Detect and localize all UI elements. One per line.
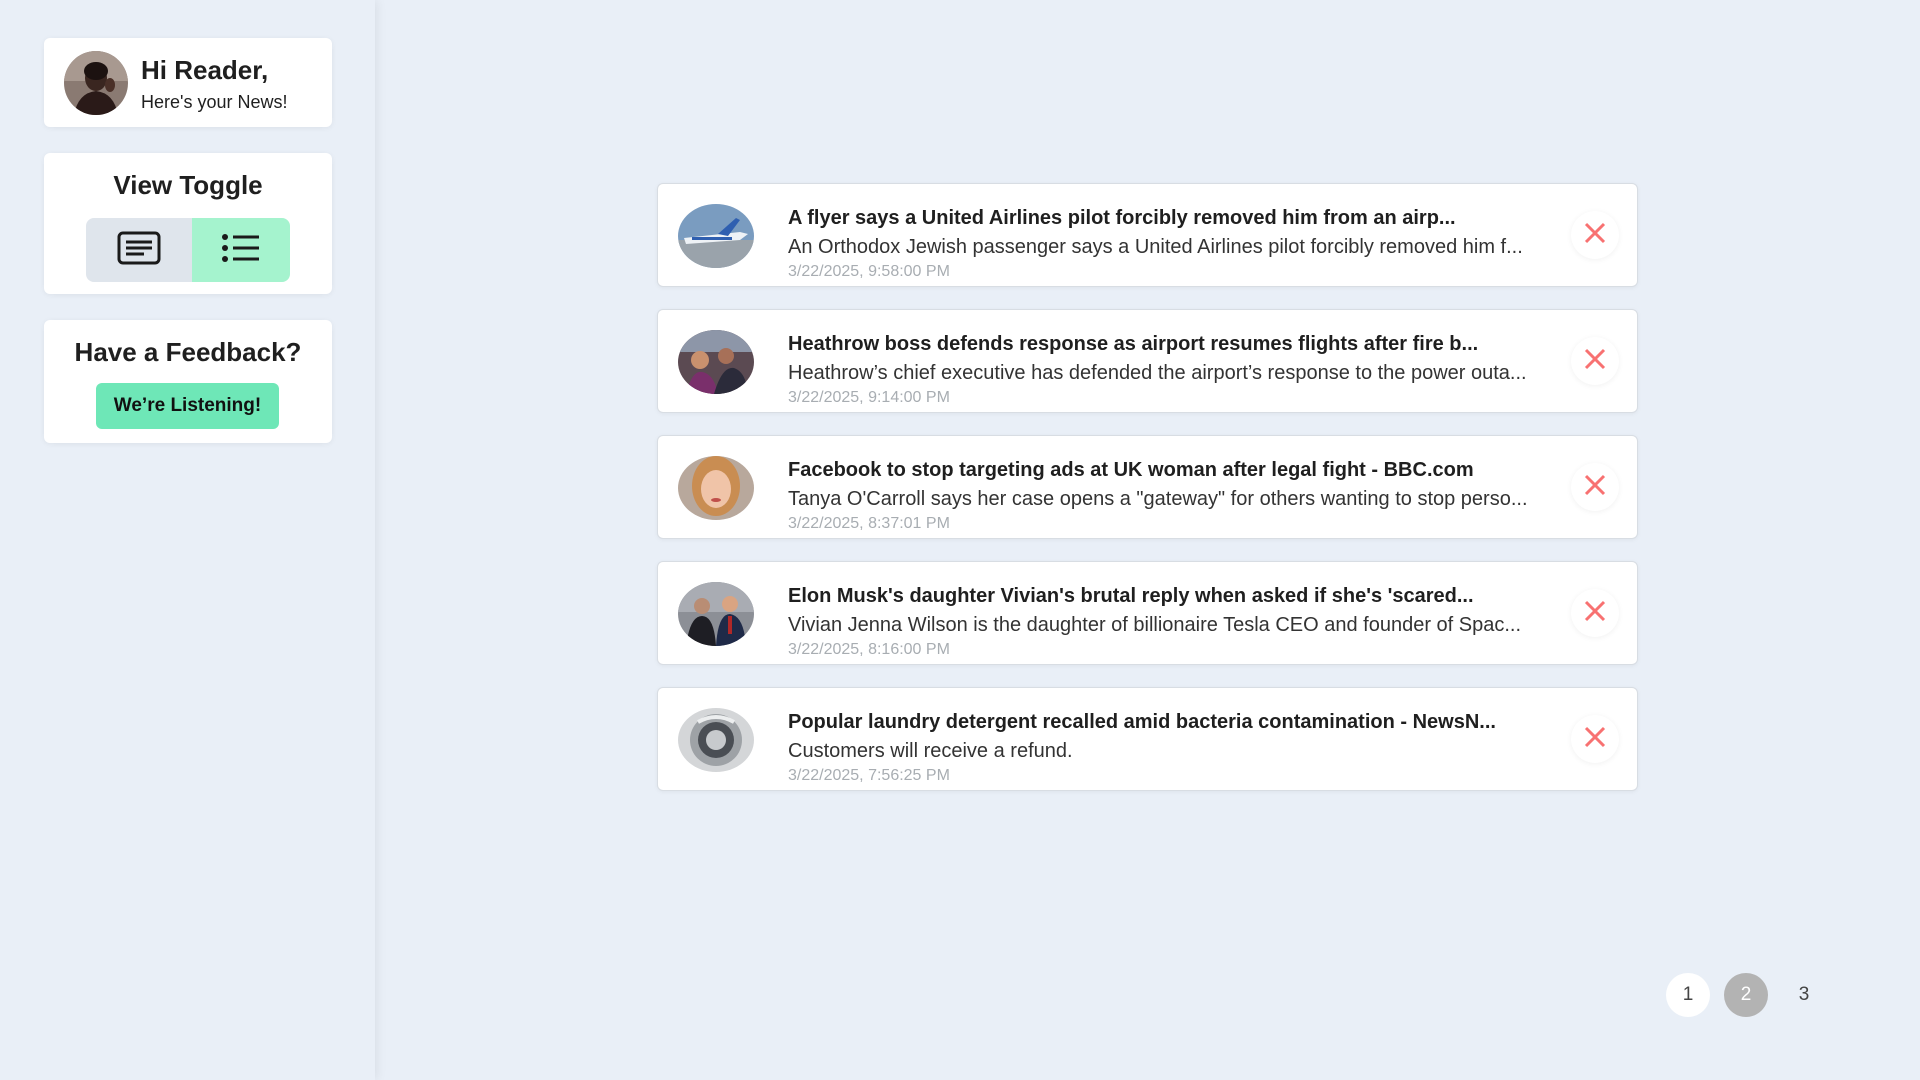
news-title[interactable]: Popular laundry detergent recalled amid … [788,711,1496,734]
greeting-subtitle: Here's your News! [141,92,288,112]
news-title[interactable]: A flyer says a United Airlines pilot for… [788,207,1456,230]
feedback-card: Have a Feedback? We’re Listening! [44,320,332,443]
pagination: 1 2 3 [1666,973,1840,1017]
close-icon [1584,222,1606,249]
news-list: A flyer says a United Airlines pilot for… [657,183,1638,813]
feedback-button[interactable]: We’re Listening! [96,383,279,429]
news-item[interactable]: A flyer says a United Airlines pilot for… [657,183,1638,287]
page-button-1[interactable]: 1 [1666,973,1710,1017]
close-icon [1584,348,1606,375]
news-timestamp: 3/22/2025, 9:58:00 PM [788,263,950,280]
sidebar: Hi Reader, Here's your News! View Toggle [0,0,375,1080]
greeting-title: Hi Reader, [141,55,269,85]
news-description: Vivian Jenna Wilson is the daughter of b… [788,614,1522,636]
news-title[interactable]: Elon Musk's daughter Vivian's brutal rep… [788,585,1474,608]
close-icon [1584,726,1606,753]
news-timestamp: 3/22/2025, 9:14:00 PM [788,389,950,406]
close-icon [1584,474,1606,501]
user-avatar [64,51,128,115]
dismiss-button[interactable] [1571,337,1619,385]
close-icon [1584,600,1606,627]
dismiss-button[interactable] [1571,589,1619,637]
view-toggle-title: View Toggle [113,170,263,200]
news-thumbnail [678,456,754,520]
view-toggle-group [86,218,290,282]
view-toggle-card: View Toggle [44,153,332,294]
news-item[interactable]: Facebook to stop targeting ads at UK wom… [657,435,1638,539]
greeting-card: Hi Reader, Here's your News! [44,38,332,127]
list-icon [221,233,261,268]
news-timestamp: 3/22/2025, 8:37:01 PM [788,515,950,532]
feedback-title: Have a Feedback? [74,337,302,367]
news-item[interactable]: Elon Musk's daughter Vivian's brutal rep… [657,561,1638,665]
news-thumbnail [678,204,754,268]
news-description: Customers will receive a refund. [788,740,1073,762]
dismiss-button[interactable] [1571,211,1619,259]
page-button-2[interactable]: 2 [1724,973,1768,1017]
news-thumbnail [678,330,754,394]
article-icon [117,231,161,270]
dismiss-button[interactable] [1571,463,1619,511]
card-view-button[interactable] [86,218,192,282]
news-description: An Orthodox Jewish passenger says a Unit… [788,236,1523,258]
news-timestamp: 3/22/2025, 7:56:25 PM [788,767,950,784]
dismiss-button[interactable] [1571,715,1619,763]
news-item[interactable]: Heathrow boss defends response as airpor… [657,309,1638,413]
news-item[interactable]: Popular laundry detergent recalled amid … [657,687,1638,791]
list-view-button[interactable] [192,218,290,282]
news-description: Heathrow’s chief executive has defended … [788,362,1527,384]
news-title[interactable]: Facebook to stop targeting ads at UK wom… [788,459,1474,482]
news-thumbnail [678,708,754,772]
news-thumbnail [678,582,754,646]
news-description: Tanya O'Carroll says her case opens a "g… [788,488,1528,510]
news-title[interactable]: Heathrow boss defends response as airpor… [788,333,1478,356]
news-timestamp: 3/22/2025, 8:16:00 PM [788,641,950,658]
page-button-3[interactable]: 3 [1782,973,1826,1017]
